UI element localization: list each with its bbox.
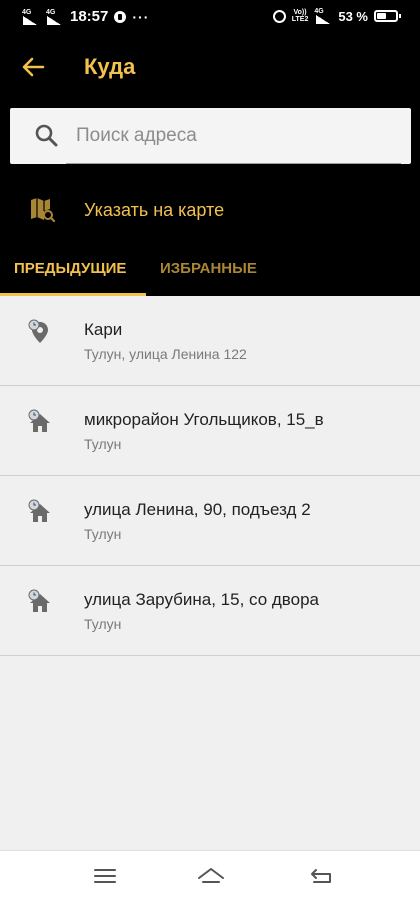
address-list: Кари Тулун, улица Ленина 122 микрорайон …	[0, 296, 420, 656]
address-name: улица Ленина, 90, подъезд 2	[84, 500, 311, 519]
status-bar: 4G 4G 18:57 ··· Vo)) LTE2 4G 53 %	[0, 0, 420, 34]
page-title: Куда	[84, 54, 136, 79]
vpn-icon	[114, 10, 127, 23]
battery-icon	[374, 10, 401, 22]
header: Куда Указать на карте ПРЕДЫДУЩИЕ ИЗБРАН	[0, 34, 420, 296]
place-pin-clock-icon	[26, 318, 54, 346]
status-left: 4G 4G 18:57 ···	[22, 8, 149, 25]
menu-icon[interactable]	[92, 865, 118, 887]
list-item[interactable]: улица Ленина, 90, подъезд 2 Тулун	[0, 476, 420, 566]
house-clock-icon	[26, 588, 54, 616]
more-notifications-icon: ···	[132, 8, 150, 25]
house-clock-icon	[26, 498, 54, 526]
search-icon	[34, 123, 60, 149]
list-item[interactable]: Кари Тулун, улица Ленина 122	[0, 296, 420, 386]
status-right: Vo)) LTE2 4G 53 %	[272, 8, 401, 24]
list-item[interactable]: микрорайон Угольщиков, 15_в Тулун	[0, 386, 420, 476]
battery-percent: 53 %	[338, 8, 368, 24]
house-clock-icon	[26, 408, 54, 436]
address-subtitle: Тулун, улица Ленина 122	[84, 346, 247, 362]
volte-icon: Vo)) LTE2	[291, 9, 309, 23]
address-name: микрорайон Угольщиков, 15_в	[84, 410, 324, 429]
tab-bar: ПРЕДЫДУЩИЕ ИЗБРАННЫЕ	[0, 252, 420, 296]
home-icon[interactable]	[197, 865, 224, 887]
map-search-icon	[28, 196, 56, 224]
clock: 18:57	[70, 8, 109, 25]
search-box[interactable]	[10, 108, 411, 164]
sim2-signal-icon: 4G	[46, 9, 64, 25]
list-item[interactable]: улица Зарубина, 15, со двора Тулун	[0, 566, 420, 656]
address-subtitle: Тулун	[84, 436, 122, 452]
search-underline	[66, 163, 401, 164]
address-name: улица Зарубина, 15, со двора	[84, 590, 320, 609]
tab-previous[interactable]: ПРЕДЫДУЩИЕ	[0, 252, 146, 296]
address-subtitle: Тулун	[84, 616, 122, 632]
back-nav-icon[interactable]	[308, 865, 334, 887]
back-arrow-icon[interactable]	[20, 54, 46, 80]
pick-on-map-label: Указать на карте	[84, 200, 225, 220]
address-subtitle: Тулун	[84, 526, 122, 542]
tab-favorites[interactable]: ИЗБРАННЫЕ	[146, 252, 286, 296]
alarm-icon	[272, 9, 286, 23]
address-name: Кари	[84, 320, 123, 339]
search-input[interactable]	[76, 120, 396, 152]
pick-on-map-button[interactable]: Указать на карте	[0, 184, 420, 238]
sim1-signal-icon: 4G	[22, 9, 40, 25]
data-signal-icon: 4G	[314, 8, 332, 24]
system-nav-bar	[0, 850, 420, 900]
